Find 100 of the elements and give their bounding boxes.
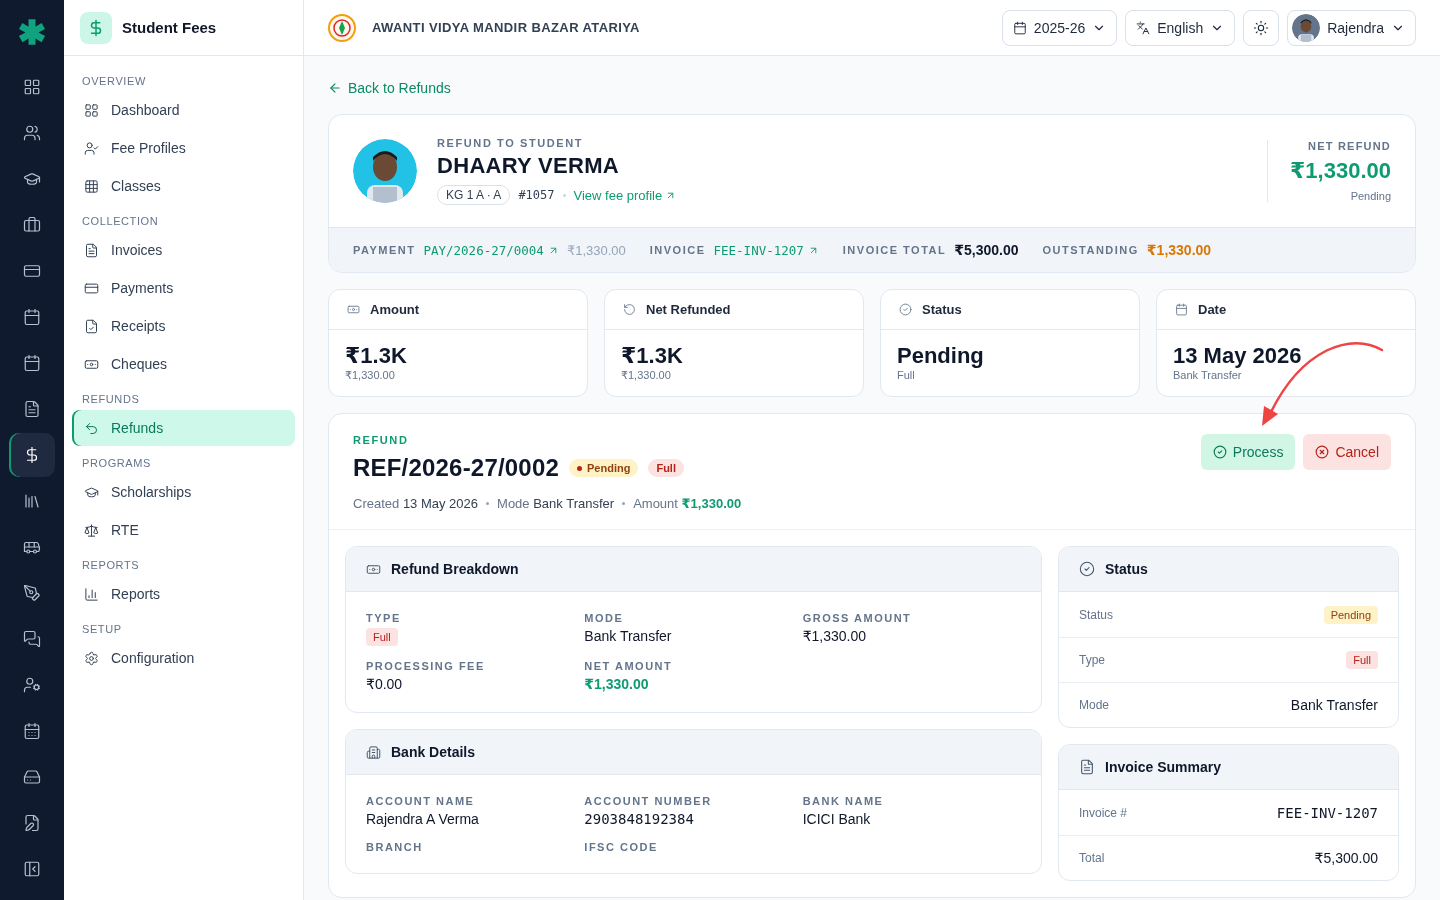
scale-icon xyxy=(84,522,99,538)
school-logo-icon xyxy=(328,13,356,42)
section-heading: REFUNDS xyxy=(81,393,141,405)
sidebar-item[interactable]: Scholarships xyxy=(72,474,295,510)
field-label: GROSS AMOUNT xyxy=(802,612,912,624)
sidebar-item[interactable]: Configuration xyxy=(72,640,295,676)
field-label: PROCESSING FEE xyxy=(366,660,485,672)
field-label: MODE xyxy=(584,612,624,624)
file-check-icon xyxy=(84,318,99,334)
type-badge: Full xyxy=(366,628,398,646)
sidebar-item[interactable]: Receipts xyxy=(72,308,295,344)
panel-title: Refund Breakdown xyxy=(391,561,519,577)
section-heading: COLLECTION xyxy=(81,215,160,227)
sidebar-item[interactable]: Invoices xyxy=(72,232,295,268)
sidebar-item[interactable]: Classes xyxy=(72,168,295,204)
field-label: NET AMOUNT xyxy=(584,660,673,672)
status-badge: Pending xyxy=(1323,605,1378,624)
field-value: ₹0.00 xyxy=(366,676,403,692)
invoice-icon xyxy=(84,242,99,258)
summary-label: INVOICE TOTAL xyxy=(842,244,947,256)
field-label: BRANCH xyxy=(366,841,423,853)
theme-toggle[interactable] xyxy=(1243,9,1280,46)
calendar-icon xyxy=(1175,303,1188,316)
stat-value: ₹1.3K xyxy=(345,343,408,369)
x-circle-icon xyxy=(1315,445,1330,459)
field-value: 2903848192384 xyxy=(584,811,694,827)
status-badge: Full xyxy=(648,459,684,477)
sidebar-item[interactable]: Reports xyxy=(72,576,295,612)
sidebar-item[interactable]: Refunds xyxy=(72,410,295,446)
row-label: Status xyxy=(1079,607,1114,622)
stat-subtext: ₹1,330.00 xyxy=(345,369,396,382)
field-value: ₹1,330.00 xyxy=(584,676,649,692)
row-label: Type xyxy=(1079,653,1105,667)
meta-text: Created 13 May 2026 xyxy=(353,496,479,511)
row-value: Bank Transfer xyxy=(1290,697,1378,713)
check-circle-icon xyxy=(899,303,912,316)
sidebar-item[interactable]: RTE xyxy=(72,512,295,548)
calendar-icon xyxy=(1012,20,1027,35)
field-value: Bank Transfer xyxy=(584,628,672,644)
refresh-icon xyxy=(623,303,636,316)
card-icon xyxy=(84,280,99,296)
eyebrow-label: REFUND xyxy=(353,434,410,446)
translate-icon xyxy=(1136,20,1151,35)
row-value: FEE-INV-1207 xyxy=(1276,804,1378,821)
language-select[interactable]: English xyxy=(1125,9,1236,46)
summary-value: ₹1,330.00 xyxy=(1146,242,1212,258)
meta-text: Mode Bank Transfer xyxy=(497,496,615,511)
student-number: #1057 xyxy=(518,188,555,202)
eyebrow-label: REFUND TO STUDENT xyxy=(437,137,585,149)
separator-dot xyxy=(486,502,490,505)
field-label: ACCOUNT NAME xyxy=(366,795,475,807)
sun-icon xyxy=(1253,19,1270,36)
summary-label: OUTSTANDING xyxy=(1042,244,1139,256)
stat-value: Pending xyxy=(897,343,985,369)
separator-dot xyxy=(562,193,566,197)
row-label: Invoice # xyxy=(1079,805,1128,820)
sidebar-item[interactable]: Payments xyxy=(72,270,295,306)
stat-subtext: Full xyxy=(897,369,916,381)
dollar-icon[interactable] xyxy=(9,433,55,477)
process-button[interactable]: Process xyxy=(1200,434,1296,470)
field-label: TYPE xyxy=(366,612,401,624)
sidebar-item[interactable]: Cheques xyxy=(72,346,295,382)
graduation-cap-icon xyxy=(84,484,99,500)
stat-subtext: ₹1,330.00 xyxy=(621,369,672,382)
back-link[interactable]: Back to Refunds xyxy=(328,80,1416,96)
bar-chart-icon xyxy=(84,586,99,602)
row-value: ₹5,300.00 xyxy=(1314,850,1378,866)
stat-title: Net Refunded xyxy=(646,302,731,317)
stat-title: Status xyxy=(922,302,962,317)
user-menu[interactable]: Rajendra xyxy=(1287,9,1416,46)
section-heading: SETUP xyxy=(81,623,123,635)
summary-label: PAYMENT xyxy=(353,244,416,256)
status-badge: Pending xyxy=(569,459,639,477)
net-refund-amount: ₹1,330.00 xyxy=(1290,158,1391,184)
row-label: Mode xyxy=(1079,698,1110,712)
check-circle-icon xyxy=(1079,561,1095,577)
undo-icon xyxy=(84,420,99,436)
sidebar-item[interactable]: Dashboard xyxy=(72,92,295,128)
app-logo-icon[interactable] xyxy=(18,18,46,46)
stat-subtext: Bank Transfer xyxy=(1173,369,1243,381)
net-refund-status: Pending xyxy=(1350,190,1391,202)
status-badge: Full xyxy=(1346,651,1378,669)
section-heading: PROGRAMS xyxy=(81,457,152,469)
field-value: ICICI Bank xyxy=(802,811,871,827)
grid-icon xyxy=(84,178,99,194)
summary-amount: ₹1,330.00 xyxy=(566,242,626,258)
summary-label: INVOICE xyxy=(649,244,706,256)
year-select[interactable]: 2025-26 xyxy=(1001,9,1118,46)
document-icon xyxy=(1079,759,1095,775)
stat-title: Date xyxy=(1198,302,1227,317)
field-value: ₹1,330.00 xyxy=(802,628,867,644)
cancel-button[interactable]: Cancel xyxy=(1303,434,1391,470)
dashboard-icon xyxy=(84,102,99,118)
stat-value: 13 May 2026 xyxy=(1173,343,1303,369)
refund-number: REF/2026-27/0002 xyxy=(353,454,559,482)
sidebar-item[interactable]: Fee Profiles xyxy=(72,130,295,166)
profile-link[interactable]: View fee profile xyxy=(573,187,677,203)
summary-value: ₹5,300.00 xyxy=(954,242,1019,258)
field-label: BANK NAME xyxy=(802,795,884,807)
section-heading: OVERVIEW xyxy=(81,75,147,87)
